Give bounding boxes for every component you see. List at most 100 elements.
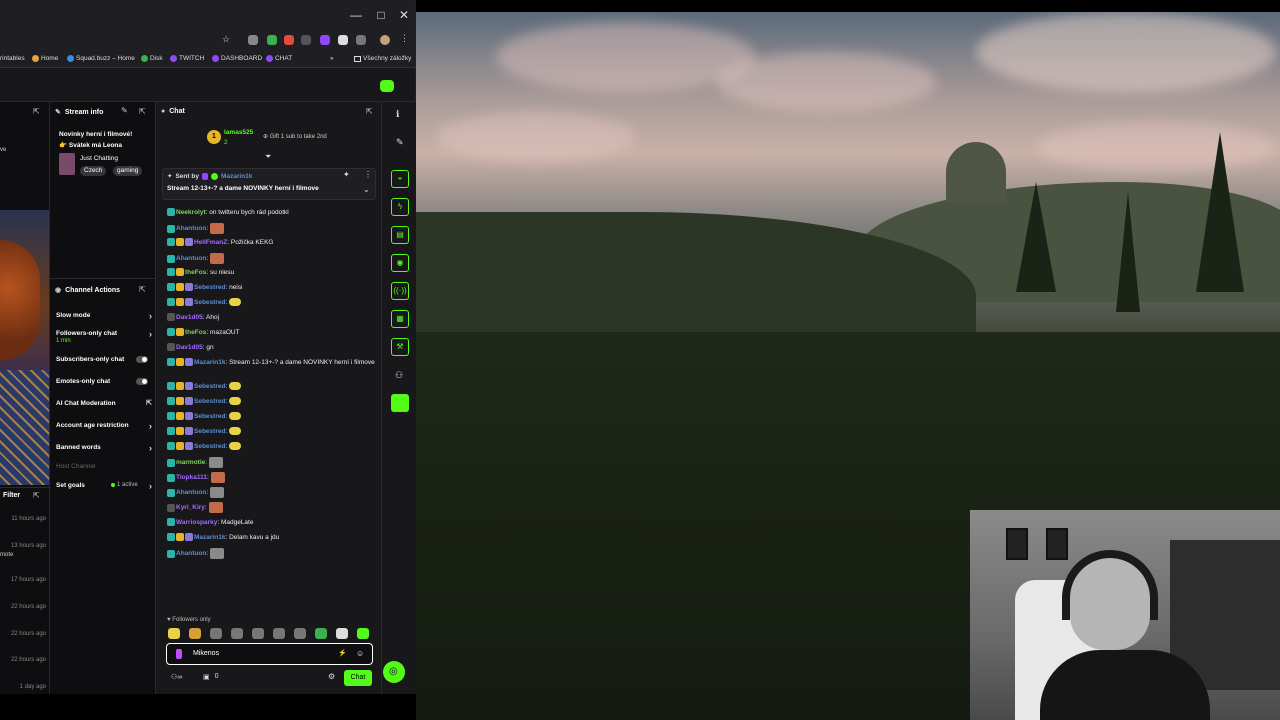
emote[interactable]	[189, 628, 201, 639]
doc-icon[interactable]: ▤	[391, 226, 409, 244]
kick-logo-icon[interactable]	[380, 80, 394, 92]
chat-message: Sebestred:	[167, 442, 375, 451]
chat-username[interactable]: theFos	[185, 329, 206, 336]
collapse-icon[interactable]: ⏷	[265, 152, 271, 162]
chat-username[interactable]: Sebestred	[194, 299, 225, 306]
users-icon[interactable]: ⚇∞	[171, 673, 182, 681]
bookmark-item[interactable]: Home	[32, 55, 58, 62]
chat-username[interactable]: Sebestred	[194, 413, 225, 420]
kebab-menu-icon[interactable]: ⋮	[364, 170, 372, 179]
extension-icon[interactable]	[338, 35, 348, 45]
chat-username[interactable]: Mazarin1k	[194, 359, 225, 366]
address-bar[interactable]	[0, 30, 415, 50]
chat-username[interactable]: Ahantuon	[176, 255, 206, 262]
bookmark-item[interactable]: Disk	[141, 55, 163, 62]
all-bookmarks[interactable]: Všechny záložky	[354, 55, 411, 62]
popout-icon[interactable]: ⇱	[33, 491, 40, 500]
chat-username[interactable]: Sebestred	[194, 284, 225, 291]
chevron-down-icon[interactable]: ⌄	[363, 185, 370, 194]
emote[interactable]	[294, 628, 306, 639]
extension-icon[interactable]	[267, 35, 277, 45]
popout-icon[interactable]: ⇱	[33, 107, 40, 116]
badge-icon	[167, 442, 175, 451]
star-icon[interactable]: ☆	[222, 34, 230, 45]
extension-icon[interactable]	[301, 35, 311, 45]
emote[interactable]	[231, 628, 243, 639]
chevron-right-icon: ›	[149, 329, 152, 339]
emote[interactable]	[273, 628, 285, 639]
tag-chip[interactable]: gaming	[113, 166, 143, 176]
unpin-icon[interactable]: ✦	[343, 170, 350, 179]
chat-bubble-icon[interactable]: ◉	[391, 254, 409, 272]
minimize-button[interactable]: —	[346, 8, 366, 22]
camera-icon[interactable]: ⌖	[391, 170, 409, 188]
broadcast-icon[interactable]: ((·))	[391, 282, 409, 300]
chat-username[interactable]: Sebestred	[194, 383, 225, 390]
chat-username[interactable]: Sebestred	[194, 443, 225, 450]
emote[interactable]	[336, 628, 348, 639]
profile-avatar[interactable]	[380, 35, 390, 45]
emotes-only-toggle[interactable]	[136, 378, 148, 385]
chat-username[interactable]: HellFmanZ	[194, 239, 227, 246]
banned-words-action[interactable]: Banned words ›	[56, 444, 152, 453]
slow-mode-action[interactable]: Slow mode ›	[56, 312, 152, 321]
users-icon[interactable]: ⚇	[395, 370, 403, 381]
extension-icon[interactable]	[248, 35, 258, 45]
chat-username[interactable]: Kyri_Kiry	[176, 504, 205, 511]
chat-username[interactable]: Dav1d05	[176, 344, 203, 351]
gear-icon[interactable]: ⚙	[328, 672, 335, 681]
chat-username[interactable]: Mazarin1k	[194, 534, 225, 541]
top-gifter-name[interactable]: lamas525	[224, 129, 253, 136]
emote[interactable]	[210, 628, 222, 639]
followers-only-action[interactable]: Followers-only chat ›	[56, 329, 152, 339]
bookmark-item[interactable]: rintables	[0, 55, 25, 62]
emote[interactable]	[252, 628, 264, 639]
extension-icon[interactable]	[284, 35, 294, 45]
emote[interactable]	[357, 628, 369, 639]
chat-username[interactable]: Ahantuon	[176, 550, 206, 557]
bookmark-item[interactable]: Squad.buzz – Home	[67, 55, 135, 62]
pencil-icon[interactable]: ✎	[121, 106, 128, 115]
subscribers-only-toggle[interactable]	[136, 356, 148, 363]
chat-username[interactable]: Sebestred	[194, 428, 225, 435]
puzzle-icon[interactable]	[356, 35, 366, 45]
chat-send-button[interactable]: Chat	[344, 670, 372, 686]
emoji-icon[interactable]: ☺	[356, 649, 364, 658]
bolt-icon[interactable]: ϟ	[391, 198, 409, 216]
grid-icon[interactable]	[391, 394, 409, 412]
server-icon[interactable]: ▦	[391, 310, 409, 328]
tag-chip[interactable]: Czech	[80, 166, 107, 176]
chat-username[interactable]: Neekrolyt	[176, 209, 206, 216]
chat-input-value[interactable]: Mikenos	[193, 650, 219, 657]
bookmark-item[interactable]: CHAT	[266, 55, 292, 62]
verified-icon	[210, 172, 218, 180]
chat-username[interactable]: Ahantuon	[176, 489, 206, 496]
ai-moderation-action[interactable]: AI Chat Moderation ⇱	[56, 400, 152, 407]
pencil-icon[interactable]: ✎	[396, 137, 404, 148]
more-bookmarks[interactable]: »	[330, 55, 334, 62]
command-icon[interactable]: ⚡	[338, 649, 347, 657]
bookmark-item[interactable]: TWITCH	[170, 55, 204, 62]
chat-username[interactable]: Sebestred	[194, 398, 225, 405]
wrench-icon[interactable]: ⚒	[391, 338, 409, 356]
account-age-action[interactable]: Account age restriction ›	[56, 422, 152, 431]
close-button[interactable]: ✕	[394, 8, 414, 22]
bookmark-item[interactable]: DASHBOARD	[212, 55, 262, 62]
kebab-menu-icon[interactable]: ⋮	[400, 33, 409, 44]
info-icon[interactable]: ℹ	[396, 109, 399, 120]
extension-icon[interactable]	[320, 35, 330, 45]
emote[interactable]	[168, 628, 180, 639]
popout-icon[interactable]: ⇱	[139, 285, 146, 294]
chat-username[interactable]: Warriosparky	[176, 519, 217, 526]
chat-username[interactable]: theFos	[185, 269, 206, 276]
pin-icon: ✦	[167, 173, 173, 180]
chat-username[interactable]: marmotie	[176, 459, 205, 466]
badge-icon	[176, 649, 182, 659]
maximize-button[interactable]: □	[371, 8, 391, 22]
popout-icon[interactable]: ⇱	[139, 107, 146, 116]
chat-username[interactable]: Tiopka111	[176, 474, 207, 481]
chat-username[interactable]: Dav1d05	[176, 314, 203, 321]
emote[interactable]	[315, 628, 327, 639]
chat-username[interactable]: Ahantuon	[176, 225, 206, 232]
popout-icon[interactable]: ⇱	[366, 107, 373, 116]
